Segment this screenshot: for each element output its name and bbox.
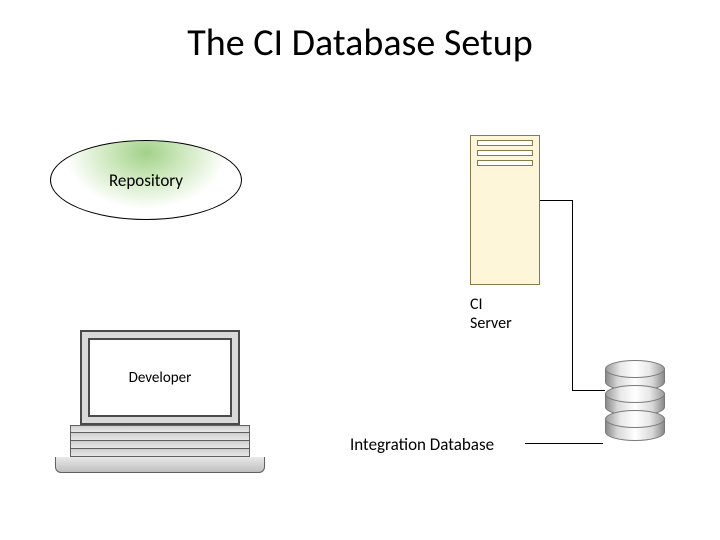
repository-label: Repository [109, 170, 183, 191]
connector-line [540, 200, 572, 201]
connector-line [525, 443, 603, 444]
connector-line [572, 200, 573, 390]
database-icon [605, 360, 665, 441]
repository-node: Repository [50, 140, 242, 220]
ci-server-icon [470, 135, 540, 285]
connector-line [572, 390, 605, 391]
developer-laptop-icon: Developer [55, 330, 265, 473]
developer-label: Developer [129, 369, 192, 387]
ci-server-label: CI Server [470, 295, 512, 333]
integration-db-label: Integration Database [350, 434, 494, 455]
slide-title: The CI Database Setup [0, 20, 720, 66]
